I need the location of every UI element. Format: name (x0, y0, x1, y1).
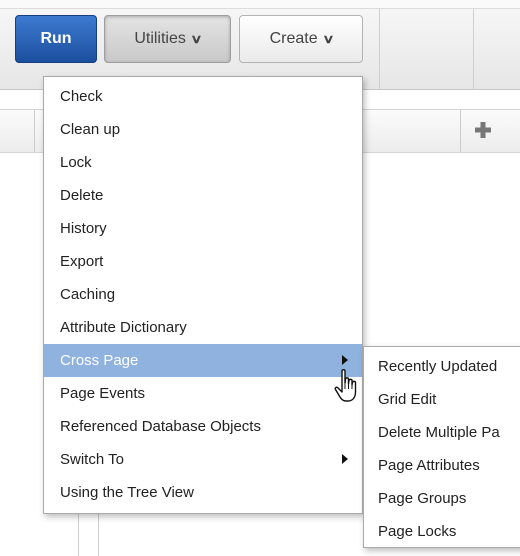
menu-item-caching[interactable]: Caching (44, 278, 362, 311)
menu-item-clean-up[interactable]: Clean up (44, 113, 362, 146)
utilities-button-label: Utilities (134, 30, 186, 47)
menu-item-label: Switch To (60, 451, 124, 468)
submenu-item-label: Delete Multiple Pa (378, 424, 500, 441)
submenu-item-label: Page Groups (378, 490, 467, 507)
menu-item-label: Page Events (60, 385, 146, 402)
menu-item-label: Caching (60, 286, 116, 303)
cross-page-submenu: Recently Updated Grid Edit Delete Multip… (363, 346, 520, 548)
add-button[interactable] (463, 112, 503, 148)
utilities-dropdown-menu: Check Clean up Lock Delete History Expor… (43, 76, 363, 514)
menu-item-page-events[interactable]: Page Events (44, 377, 362, 410)
submenu-item-page-groups[interactable]: Page Groups (364, 482, 520, 515)
caret-right-icon (342, 355, 348, 365)
menu-item-label: Referenced Database Objects (60, 418, 261, 435)
create-menu-button[interactable]: Create ∨ (239, 15, 363, 63)
run-button[interactable]: Run (15, 15, 97, 63)
caret-right-icon (342, 454, 348, 464)
submenu-item-delete-multiple-pages[interactable]: Delete Multiple Pa (364, 416, 520, 449)
submenu-item-label: Page Locks (378, 523, 457, 540)
menu-item-label: Export (60, 253, 104, 270)
submenu-item-label: Recently Updated (378, 358, 498, 375)
menu-item-referenced-database-objects[interactable]: Referenced Database Objects (44, 410, 362, 443)
column-divider (34, 110, 35, 152)
menu-item-label: Lock (60, 154, 92, 171)
menu-item-label: Check (60, 88, 103, 105)
hand-pointer-cursor-icon (334, 369, 357, 402)
menu-item-lock[interactable]: Lock (44, 146, 362, 179)
utilities-menu-button[interactable]: Utilities ∨ (104, 15, 231, 63)
window-top-strip (0, 0, 520, 9)
submenu-item-page-locks[interactable]: Page Locks (364, 515, 520, 548)
submenu-item-grid-edit[interactable]: Grid Edit (364, 383, 520, 416)
submenu-item-page-attributes[interactable]: Page Attributes (364, 449, 520, 482)
plus-icon (475, 122, 491, 138)
menu-item-check[interactable]: Check (44, 80, 362, 113)
menu-item-delete[interactable]: Delete (44, 179, 362, 212)
menu-item-history[interactable]: History (44, 212, 362, 245)
menu-item-label: Delete (60, 187, 104, 204)
menu-item-switch-to[interactable]: Switch To (44, 443, 362, 476)
create-button-label: Create (269, 30, 318, 47)
menu-item-label: Clean up (60, 121, 121, 138)
submenu-item-recently-updated[interactable]: Recently Updated (364, 350, 520, 383)
column-divider (460, 110, 461, 152)
menu-item-cross-page[interactable]: Cross Page (44, 344, 362, 377)
menu-item-label: Attribute Dictionary (60, 319, 187, 336)
menu-item-label: Using the Tree View (60, 484, 194, 501)
run-button-label: Run (40, 30, 72, 47)
menu-item-export[interactable]: Export (44, 245, 362, 278)
toolbar-separator (379, 9, 380, 89)
menu-item-label: History (60, 220, 107, 237)
submenu-item-label: Grid Edit (378, 391, 437, 408)
chevron-down-icon: ∨ (190, 32, 203, 46)
menu-item-using-the-tree-view[interactable]: Using the Tree View (44, 476, 362, 509)
menu-item-label: Cross Page (60, 352, 139, 369)
chevron-down-icon: ∨ (321, 32, 335, 46)
submenu-item-label: Page Attributes (378, 457, 480, 474)
menu-item-attribute-dictionary[interactable]: Attribute Dictionary (44, 311, 362, 344)
toolbar-separator (473, 9, 474, 89)
